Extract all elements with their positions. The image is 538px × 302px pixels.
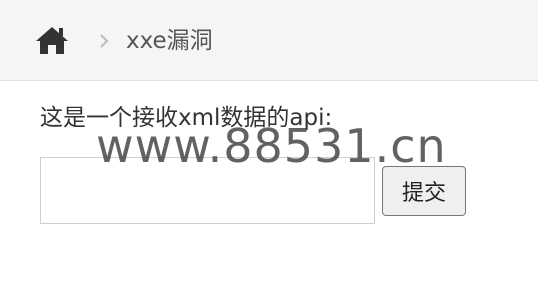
breadcrumb-home-link[interactable] (34, 24, 70, 56)
submit-button[interactable]: 提交 (382, 166, 466, 216)
breadcrumb-current: xxe漏洞 (126, 28, 213, 54)
home-icon (34, 24, 70, 56)
breadcrumb: xxe漏洞 (0, 0, 538, 81)
xml-input[interactable] (40, 157, 375, 224)
api-description: 这是一个接收xml数据的api: (40, 105, 333, 131)
chevron-right-icon (98, 31, 110, 51)
